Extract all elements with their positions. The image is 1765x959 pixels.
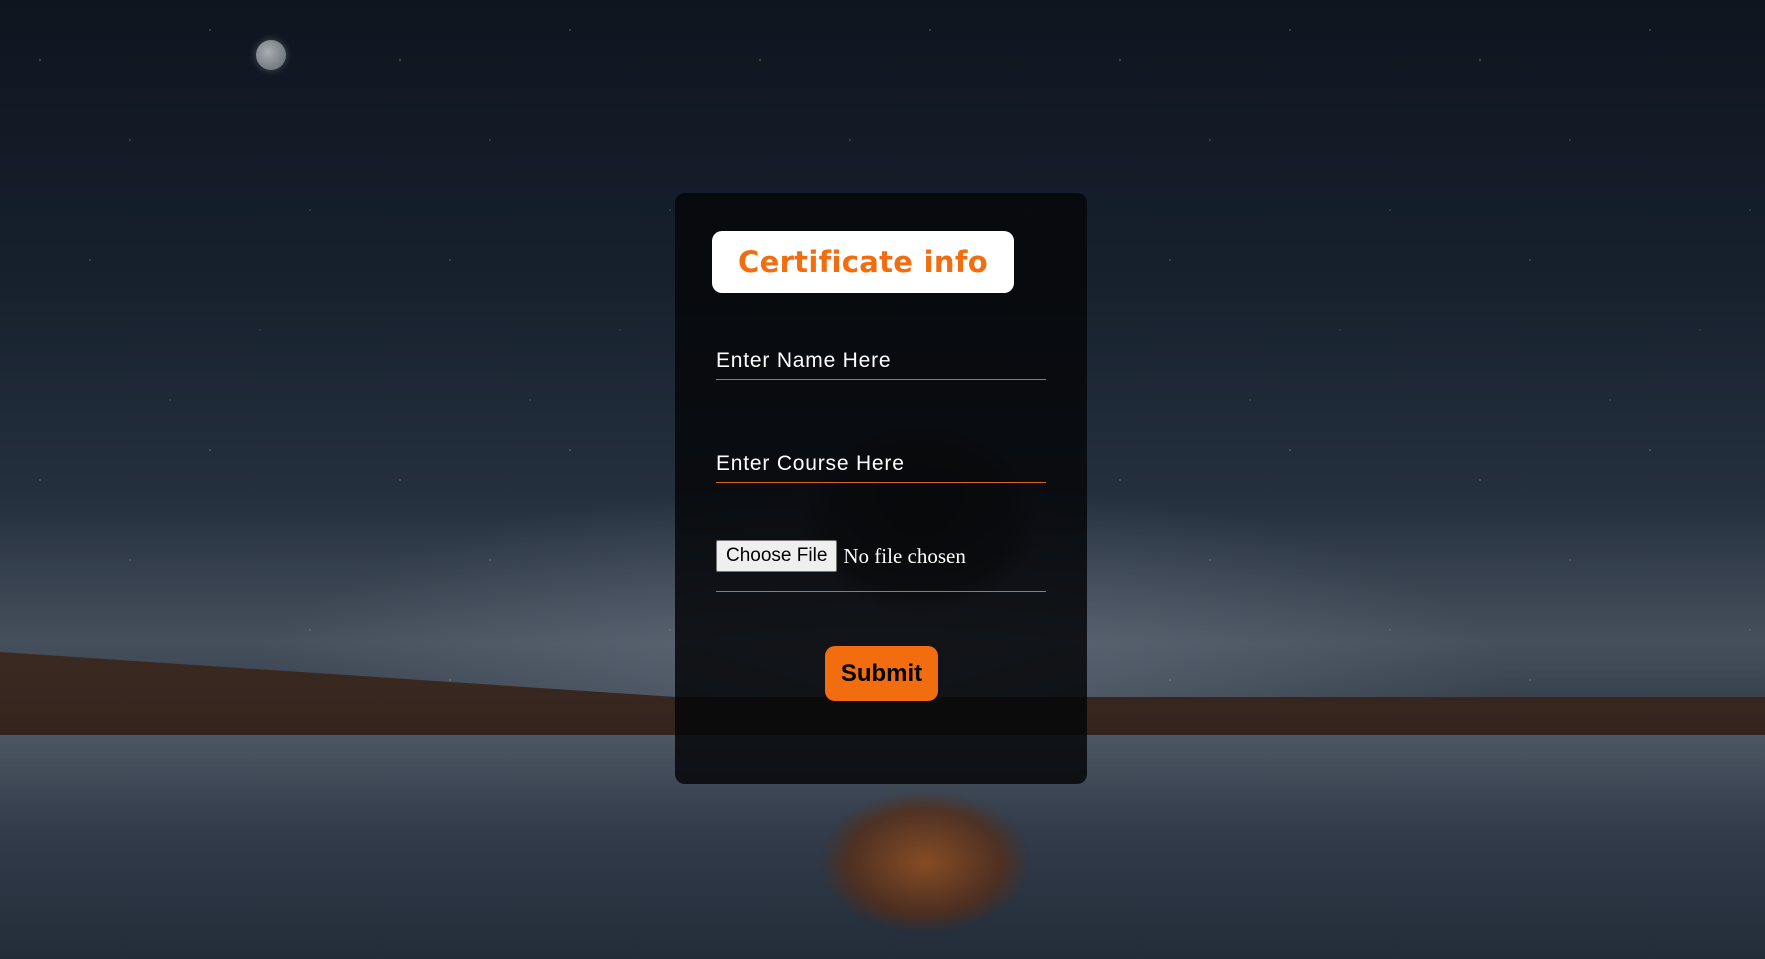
name-input[interactable] [716,343,1046,379]
certificate-form: Certificate info Choose File No file cho… [675,193,1087,784]
course-field-container [716,446,1046,483]
course-input[interactable] [716,446,1046,482]
moon-image [256,40,286,70]
choose-file-button[interactable]: Choose File [716,540,838,572]
submit-button[interactable]: Submit [825,646,938,701]
name-field-container [716,343,1046,380]
form-title: Certificate info [738,245,988,279]
form-title-box: Certificate info [712,231,1014,293]
file-status-text: No file chosen [843,544,966,568]
tree-reflection [780,782,1070,959]
file-field-container: Choose File No file chosen [716,540,1046,592]
